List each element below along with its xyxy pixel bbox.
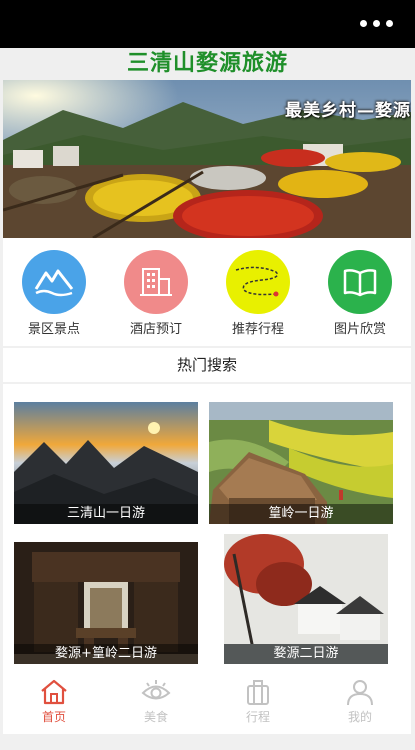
tour-card-label: 三清山一日游 [14,504,198,524]
tab-label: 首页 [41,710,66,724]
top-system-bar [0,0,415,48]
quick-link-label: 酒店预订 [129,322,182,337]
tour-card-label: 婺源+篁岭二日游 [14,644,198,664]
header: 三清山婺源旅游 [0,48,415,80]
route-map-icon [226,250,290,314]
tab-home[interactable]: 首页 [3,672,105,734]
home-icon [41,679,67,705]
tab-label: 我的 [347,710,372,724]
tab-itinerary[interactable]: 行程 [207,672,309,734]
quick-link-scenic[interactable]: 景区景点 [3,238,105,346]
bottom-tab-bar: 首页 美食 行程 我的 [3,672,411,734]
hotel-building-icon [124,250,188,314]
tab-label: 美食 [143,710,168,724]
tab-profile[interactable]: 我的 [309,672,411,734]
user-icon [347,680,373,706]
more-menu-icon[interactable] [360,20,393,27]
tour-card-sanqingshan[interactable]: 三清山一日游 [14,402,198,524]
banner-caption: 最美乡村—婺源 [285,101,411,121]
quick-links: 景区景点 酒店预订 推荐行程 图片欣赏 [3,238,411,346]
tour-card-label: 婺源二日游 [224,644,388,664]
tab-label: 行程 [245,710,270,724]
tab-food[interactable]: 美食 [105,672,207,734]
tour-card-wuyuan[interactable]: 婺源二日游 [224,534,388,664]
page-title: 三清山婺源旅游 [126,51,288,76]
quick-link-hotel[interactable]: 酒店预订 [105,238,207,346]
mountain-icon [22,250,86,314]
tour-card-huangling[interactable]: 篁岭一日游 [209,402,393,524]
eye-icon [141,680,171,700]
hero-banner[interactable]: 最美乡村—婺源 [3,80,411,238]
quick-link-label: 推荐行程 [231,322,284,337]
quick-link-gallery[interactable]: 图片欣赏 [309,238,411,346]
quick-link-label: 景区景点 [27,322,80,337]
tour-card-wuyuan-huangling[interactable]: 婺源+篁岭二日游 [14,542,198,664]
luggage-icon [247,680,269,705]
quick-link-label: 图片欣赏 [333,322,386,337]
quick-link-itinerary[interactable]: 推荐行程 [207,238,309,346]
hot-search-heading: 热门搜索 [3,348,411,382]
tour-grid: 三清山一日游 篁岭一日游 婺源+篁岭二日游 婺源二日游 [3,384,411,672]
tour-card-label: 篁岭一日游 [209,504,393,524]
book-icon [328,250,392,314]
